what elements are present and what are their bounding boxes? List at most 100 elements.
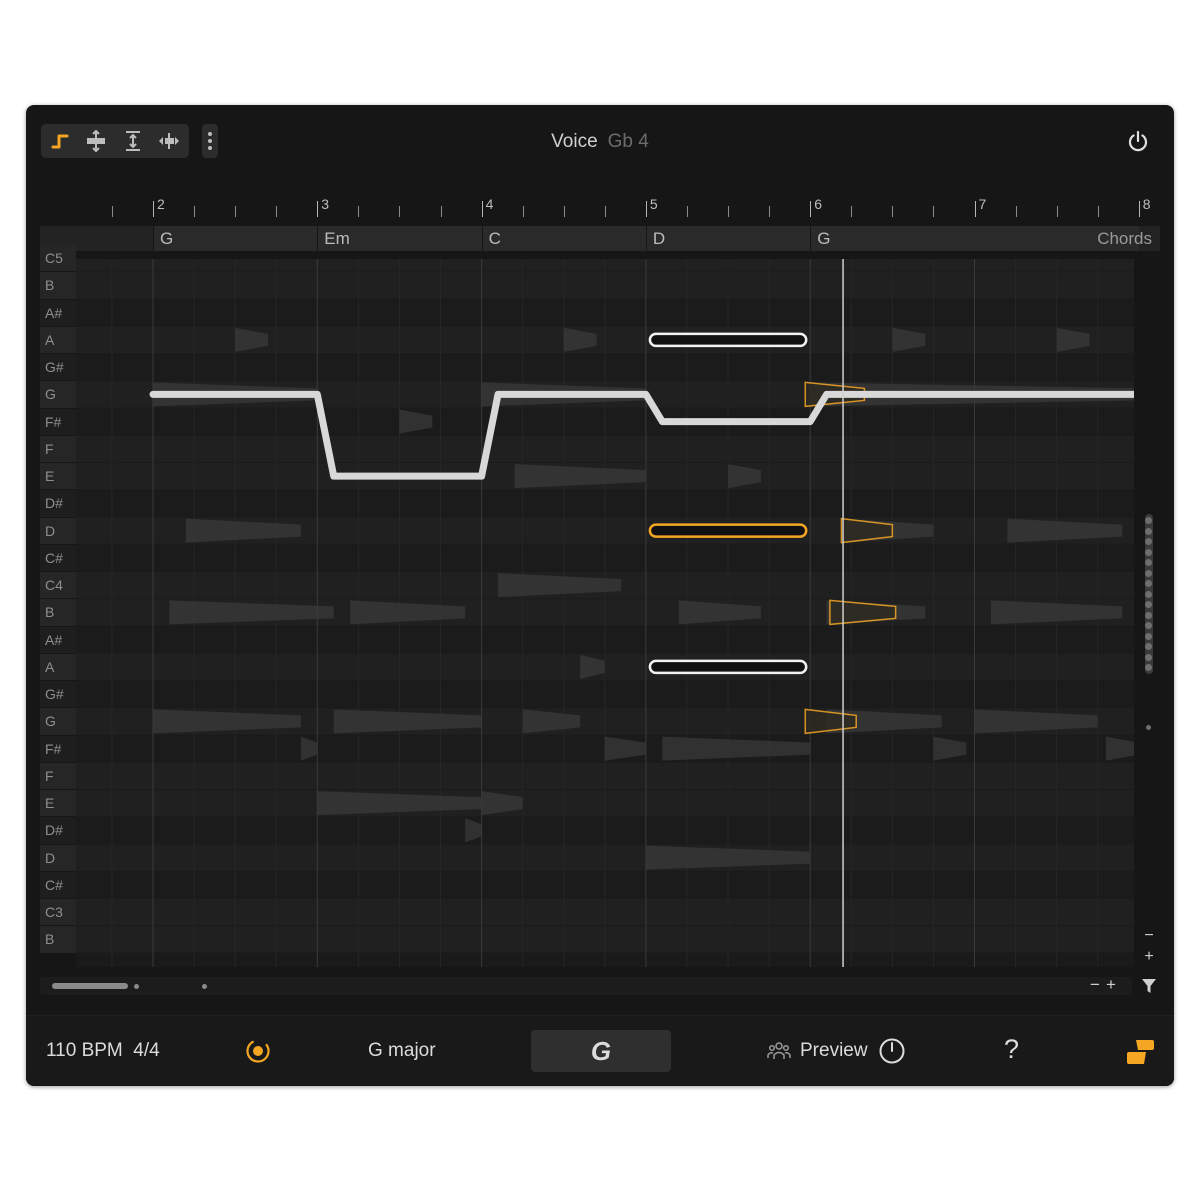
scroll-dot: [1145, 590, 1152, 598]
bar-tick: [810, 201, 812, 217]
voice-label: Voice: [551, 131, 598, 152]
tempo-display[interactable]: 110 BPM 4/4: [46, 1040, 160, 1062]
bar-number: 6: [814, 196, 822, 212]
piano-key[interactable]: D#: [40, 490, 76, 517]
voice-title: Voice Gb 4: [26, 131, 1174, 153]
bar-tick: [153, 201, 154, 217]
piano-key[interactable]: G: [40, 708, 76, 735]
scroll-dot: [1145, 548, 1152, 556]
piano-key[interactable]: F: [40, 435, 76, 462]
piano-key[interactable]: G#: [40, 354, 76, 381]
bottom-bar: 110 BPM 4/4 G major G Preview ?: [26, 1015, 1174, 1086]
piano-key[interactable]: E: [40, 790, 76, 817]
chord-label: G: [160, 229, 174, 248]
beat-tick: [1015, 206, 1017, 217]
chord-block[interactable]: G: [153, 226, 318, 251]
scroll-dot: [1145, 517, 1152, 524]
beat-tick: [194, 206, 196, 217]
power-icon[interactable]: [1126, 129, 1150, 153]
beat-tick: [522, 206, 524, 217]
piano-key[interactable]: D: [40, 517, 76, 544]
chord-block[interactable]: G: [810, 226, 1139, 251]
vertical-scrollbar[interactable]: [1145, 259, 1153, 967]
chord-block[interactable]: Em: [317, 226, 482, 251]
piano-key[interactable]: G: [40, 381, 76, 408]
piano-key[interactable]: C#: [40, 871, 76, 898]
piano-key[interactable]: A#: [40, 299, 76, 326]
help-button[interactable]: ?: [1004, 1034, 1019, 1065]
beat-tick: [728, 206, 730, 217]
voice-note: Gb 4: [607, 131, 649, 152]
chord-label: C: [488, 229, 501, 248]
zoom-in-horizontal-button[interactable]: +: [1106, 975, 1122, 994]
scroll-dot: [1145, 622, 1152, 629]
chord-lane: G D C Em G Chords: [40, 226, 1160, 251]
piano-key[interactable]: D: [40, 844, 76, 871]
bar-number: 2: [157, 196, 165, 212]
bar-number: 8: [1142, 196, 1151, 212]
people-icon: [767, 1042, 791, 1059]
bar-tick: [481, 201, 483, 217]
beat-tick: [686, 206, 688, 217]
horizontal-scrollbar[interactable]: [40, 977, 1132, 995]
piano-key[interactable]: C5: [40, 245, 76, 272]
chord-button[interactable]: G: [531, 1030, 671, 1072]
bar-tick: [645, 201, 647, 217]
beat-tick: [851, 206, 853, 217]
bar-number: 4: [485, 196, 494, 212]
horizontal-scroll-thumb[interactable]: [52, 983, 128, 989]
beat-tick: [933, 206, 935, 217]
scroll-dot: [1145, 664, 1152, 671]
bar-number: 7: [978, 196, 987, 212]
scroll-marker: [202, 984, 207, 989]
piano-key[interactable]: B: [40, 272, 76, 299]
timeline-ruler[interactable]: 2 3 4 5 6 7 8: [40, 193, 1160, 217]
beat-tick: [235, 206, 237, 217]
scroll-dot: [1145, 527, 1152, 535]
key-selector[interactable]: G major: [368, 1040, 436, 1062]
beat-tick: [399, 206, 401, 217]
piano-key[interactable]: C3: [40, 899, 76, 926]
bar-tick: [974, 201, 976, 217]
scroll-dot: [1145, 559, 1152, 566]
piano-key[interactable]: A#: [40, 626, 76, 653]
piano-key[interactable]: D#: [40, 817, 76, 844]
scroll-dot: [1145, 601, 1152, 608]
piano-key[interactable]: F#: [40, 408, 76, 435]
piano-keys: C5 B A# A G# G F# F E D# D C# C4 B A# A G# G F# F E D# D C# C3 B: [40, 245, 76, 967]
piano-key[interactable]: F: [40, 762, 76, 789]
chord-block[interactable]: D: [645, 226, 811, 251]
zoom-out-horizontal-button[interactable]: −: [1090, 975, 1106, 994]
beat-tick: [111, 206, 113, 217]
chord-label: G: [817, 229, 831, 248]
zoom-out-vertical-button[interactable]: −: [1138, 925, 1160, 946]
chord-label: D: [652, 229, 666, 248]
piano-key[interactable]: A: [40, 653, 76, 680]
piano-key[interactable]: C4: [40, 572, 76, 599]
note-grid[interactable]: [76, 259, 1134, 967]
piano-key[interactable]: B: [40, 599, 76, 626]
app-logo-icon: [1127, 1040, 1154, 1064]
piano-key[interactable]: G#: [40, 681, 76, 708]
piano-key[interactable]: E: [40, 463, 76, 490]
sync-icon[interactable]: [245, 1038, 271, 1064]
timer-icon[interactable]: [878, 1037, 906, 1065]
note: [648, 332, 808, 348]
vertical-zoom-controls: − +: [1138, 925, 1160, 967]
piano-key[interactable]: F#: [40, 735, 76, 762]
beat-tick: [276, 206, 278, 217]
piano-key[interactable]: B: [40, 926, 76, 953]
piano-key[interactable]: A: [40, 326, 76, 353]
preview-button[interactable]: Preview: [800, 1040, 868, 1062]
scroll-marker: [134, 984, 139, 989]
zoom-in-vertical-button[interactable]: +: [1138, 946, 1160, 967]
beat-tick: [563, 206, 565, 217]
note: [648, 659, 808, 675]
bar-number: 5: [649, 196, 658, 212]
filter-icon[interactable]: [1141, 977, 1157, 995]
bar-number: 3: [321, 196, 330, 212]
beat-tick: [1097, 206, 1099, 217]
horizontal-zoom-controls: −+: [1090, 975, 1122, 995]
chord-block[interactable]: C: [481, 226, 646, 251]
piano-key[interactable]: C#: [40, 544, 76, 571]
